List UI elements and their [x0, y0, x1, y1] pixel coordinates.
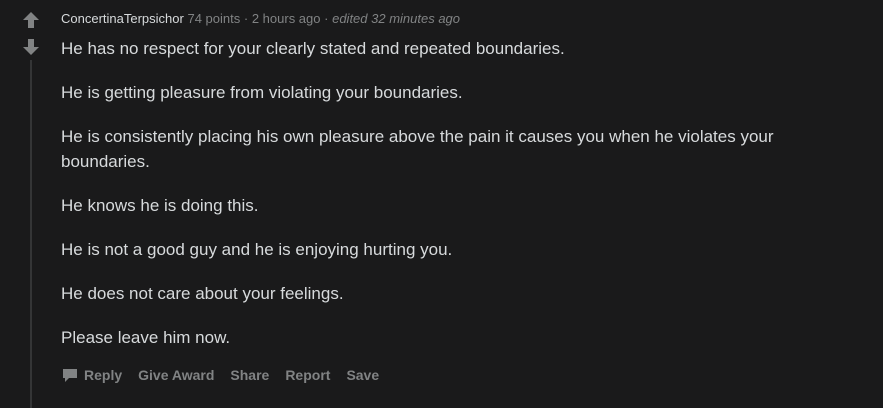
- comment-paragraph: He has no respect for your clearly state…: [61, 39, 565, 58]
- comment-paragraph: He knows he is doing this.: [61, 196, 259, 215]
- save-label: Save: [346, 367, 380, 383]
- comment-paragraph: He does not care about your feelings.: [61, 284, 344, 303]
- comment-body: He has no respect for your clearly state…: [61, 36, 851, 369]
- author-link[interactable]: ConcertinaTerpsichor: [61, 11, 184, 26]
- report-button[interactable]: Report: [285, 367, 330, 383]
- edited-timestamp: edited 32 minutes ago: [332, 11, 461, 26]
- give-award-button[interactable]: Give Award: [138, 367, 214, 383]
- comment-paragraph: He is getting pleasure from violating yo…: [61, 83, 463, 102]
- downvote-arrow-icon[interactable]: [21, 37, 41, 57]
- share-label: Share: [230, 367, 270, 383]
- points-count: 74 points: [187, 11, 241, 26]
- comment-meta: ConcertinaTerpsichor 74 points · 2 hours…: [61, 11, 460, 27]
- comment: ConcertinaTerpsichor 74 points · 2 hours…: [0, 0, 883, 408]
- separator: ·: [324, 11, 329, 26]
- comment-paragraph: He is consistently placing his own pleas…: [61, 127, 774, 171]
- comment-paragraph: He is not a good guy and he is enjoying …: [61, 240, 453, 259]
- separator: ·: [243, 11, 249, 26]
- timestamp[interactable]: 2 hours ago: [252, 11, 321, 26]
- share-button[interactable]: Share: [230, 367, 269, 383]
- speech-bubble-icon: [61, 366, 79, 384]
- give-award-label: Give Award: [138, 367, 215, 383]
- report-label: Report: [285, 367, 331, 383]
- save-button[interactable]: Save: [346, 367, 379, 383]
- reply-button[interactable]: Reply: [61, 366, 122, 384]
- comment-actions: Reply Give Award Share Report Save: [61, 364, 395, 386]
- upvote-arrow-icon[interactable]: [21, 10, 41, 30]
- vote-column: [21, 10, 43, 57]
- reply-label: Reply: [84, 367, 123, 383]
- comment-paragraph: Please leave him now.: [61, 328, 231, 347]
- thread-collapse-line[interactable]: [30, 60, 32, 408]
